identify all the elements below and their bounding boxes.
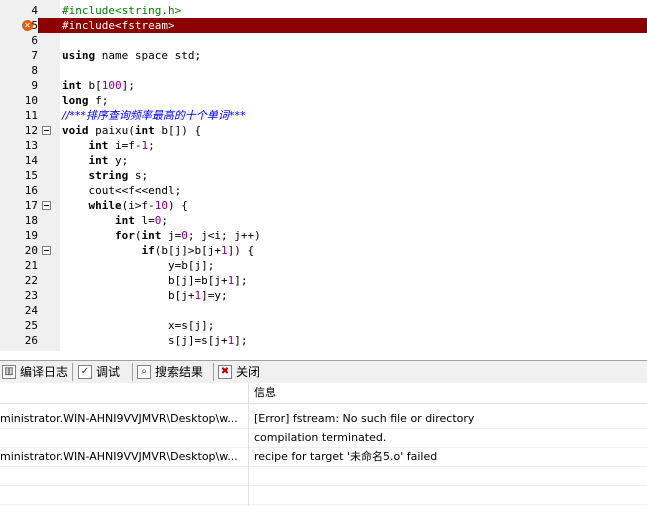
error-code-line[interactable]: 5 ✕ #include<fstream> (0, 18, 647, 33)
code-text: while(i>f-10) { (88, 199, 188, 212)
line-number: 17 (24, 199, 38, 212)
table-row[interactable]: ministrator.WIN-AHNI9VVJMVR\Desktop\w...… (0, 409, 647, 429)
line-number: 14 (24, 154, 38, 167)
code-text: s[j]=s[j+1]; (62, 334, 248, 347)
line-number: 11 (24, 109, 38, 122)
table-row (0, 485, 647, 505)
table-row (0, 466, 647, 486)
line-number: 19 (24, 229, 38, 242)
tab-label: 关闭 (236, 365, 261, 379)
line-number: 9 (31, 79, 38, 92)
tab-close[interactable]: ✖ 关闭 (218, 362, 260, 382)
code-line[interactable]: 21 y=b[j]; (0, 258, 647, 273)
line-number: 26 (24, 334, 38, 347)
code-text: for(int j=0; j<i; j++) (114, 229, 261, 242)
code-text: cout<<f<<endl; (62, 184, 182, 197)
code-line[interactable]: 25 x=s[j]; (0, 318, 647, 333)
cell-file: ministrator.WIN-AHNI9VVJMVR\Desktop\w... (0, 450, 238, 463)
check-icon: ✓ (78, 365, 92, 379)
column-header-message: 信息 (254, 386, 276, 399)
code-line[interactable]: 8 (0, 63, 647, 78)
column-divider (248, 383, 249, 506)
code-text: #include<fstream> (62, 19, 175, 32)
code-text: int b[100]; (62, 79, 135, 92)
line-number: 20 (24, 244, 38, 257)
tab-label: 编译日志 (20, 365, 69, 379)
code-line[interactable]: 14 int y; (0, 153, 647, 168)
code-line[interactable]: 18 int l=0; (0, 213, 647, 228)
code-text: int l=0; (114, 214, 168, 227)
code-line[interactable]: 23 b[j+1]=y; (0, 288, 647, 303)
code-line[interactable]: 10 long f; (0, 93, 647, 108)
table-row[interactable]: ministrator.WIN-AHNI9VVJMVR\Desktop\w...… (0, 447, 647, 467)
line-number: 23 (24, 289, 38, 302)
code-text: x=s[j]; (62, 319, 215, 332)
code-text: #include<string.h> (62, 4, 182, 17)
cell-file: ministrator.WIN-AHNI9VVJMVR\Desktop\w... (0, 412, 238, 425)
code-text: void paixu(int b[]) { (62, 124, 202, 137)
table-row[interactable]: compilation terminated. (0, 428, 647, 448)
line-number: 21 (24, 259, 38, 272)
code-editor[interactable]: 4 #include<string.h> 5 ✕ #include<fstream> 6 7… (0, 0, 647, 351)
code-line[interactable]: 7 using name space std; (0, 48, 647, 63)
cell-message: compilation terminated. (254, 431, 387, 444)
code-text: y=b[j]; (62, 259, 215, 272)
code-text: if(b[j]>b[j+1]) { (141, 244, 255, 257)
code-line[interactable]: 22 b[j]=b[j+1]; (0, 273, 647, 288)
code-text: b[j]=b[j+1]; (62, 274, 248, 287)
error-marker-icon: ✕ (22, 20, 33, 31)
line-number: 25 (24, 319, 38, 332)
cell-message: recipe for target '未命名5.o' failed (254, 450, 438, 463)
tab-search-results[interactable]: ⌕ 搜索结果 (137, 362, 203, 382)
code-text: int y; (88, 154, 129, 167)
code-line[interactable]: 15 string s; (0, 168, 647, 183)
line-number: 4 (31, 4, 38, 17)
cell-message: [Error] fstream: No such file or directo… (254, 412, 475, 425)
tab-label: 搜索结果 (155, 365, 204, 379)
tab-label: 调试 (96, 365, 121, 379)
code-line[interactable]: 24 (0, 303, 647, 318)
line-number: 6 (31, 34, 38, 47)
code-line[interactable]: 26 s[j]=s[j+1]; (0, 333, 647, 348)
code-text: string s; (88, 169, 149, 182)
cell-file (0, 428, 248, 447)
table-header: 信息 (0, 383, 647, 404)
code-text: //***排序查询频率最高的十个单词*** (62, 109, 246, 122)
fold-toggle-icon[interactable] (42, 126, 51, 135)
code-line[interactable]: 16 cout<<f<<endl; (0, 183, 647, 198)
line-number: 7 (31, 49, 38, 62)
code-text: using name space std; (62, 49, 202, 62)
line-number: 8 (31, 64, 38, 77)
line-number: 16 (24, 184, 38, 197)
code-line[interactable]: 11 //***排序查询频率最高的十个单词*** (0, 108, 647, 123)
search-icon: ⌕ (137, 365, 151, 379)
code-line[interactable]: 13 int i=f-1; (0, 138, 647, 153)
code-line[interactable]: 6 (0, 33, 647, 48)
code-line[interactable]: 17 while(i>f-10) { (0, 198, 647, 213)
line-number: 13 (24, 139, 38, 152)
code-line[interactable]: 9 int b[100]; (0, 78, 647, 93)
code-text: long f; (62, 94, 109, 107)
line-number: 12 (24, 124, 38, 137)
code-line[interactable]: 20 if(b[j]>b[j+1]) { (0, 243, 647, 258)
line-number: 18 (24, 214, 38, 227)
code-line[interactable]: 19 for(int j=0; j<i; j++) (0, 228, 647, 243)
fold-toggle-icon[interactable] (42, 201, 51, 210)
close-icon: ✖ (218, 365, 232, 379)
code-line[interactable]: 12 void paixu(int b[]) { (0, 123, 647, 138)
code-line[interactable]: 4 #include<string.h> (0, 3, 647, 18)
compile-log-table: 信息 ministrator.WIN-AHNI9VVJMVR\Desktop\w… (0, 383, 647, 506)
line-number: 24 (24, 304, 38, 317)
tab-debug[interactable]: ✓ 调试 (78, 362, 120, 382)
line-number: 22 (24, 274, 38, 287)
code-text: b[j+1]=y; (62, 289, 228, 302)
fold-toggle-icon[interactable] (42, 246, 51, 255)
tab-compile-log[interactable]: ▥ 编译日志 (2, 362, 68, 382)
bottom-panel-tabs: ▥ 编译日志 ✓ 调试 ⌕ 搜索结果 ✖ 关闭 (0, 360, 647, 384)
chart-icon: ▥ (2, 365, 16, 379)
code-text: int i=f-1; (88, 139, 155, 152)
line-number: 15 (24, 169, 38, 182)
line-number: 10 (24, 94, 38, 107)
